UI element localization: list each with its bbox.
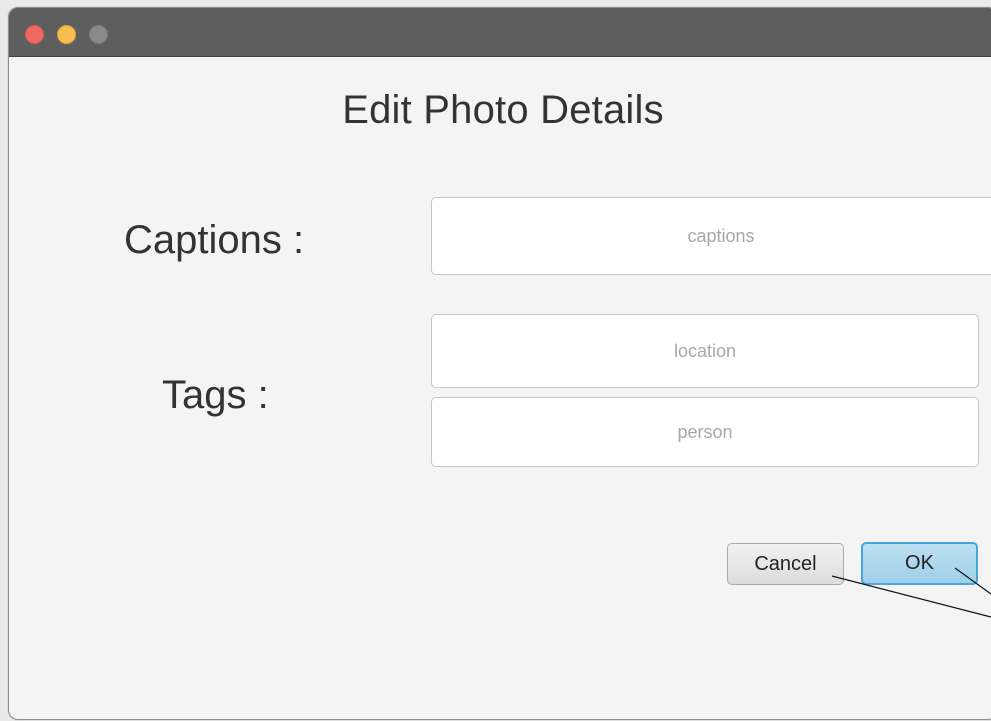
- captions-label: Captions :: [124, 218, 305, 262]
- captions-input[interactable]: [431, 197, 991, 275]
- tags-label: Tags :: [162, 373, 269, 417]
- zoom-window-button[interactable]: [89, 25, 108, 44]
- location-tag-input[interactable]: [431, 314, 979, 388]
- edit-photo-dialog: Edit Photo Details Captions : Tags : Can…: [8, 7, 991, 720]
- title-bar[interactable]: [9, 8, 991, 57]
- dialog-title: Edit Photo Details: [342, 88, 664, 132]
- close-window-button[interactable]: [25, 25, 44, 44]
- ok-button[interactable]: OK: [861, 542, 978, 585]
- minimize-window-button[interactable]: [57, 25, 76, 44]
- person-tag-input[interactable]: [431, 397, 979, 467]
- cancel-button[interactable]: Cancel: [727, 543, 844, 585]
